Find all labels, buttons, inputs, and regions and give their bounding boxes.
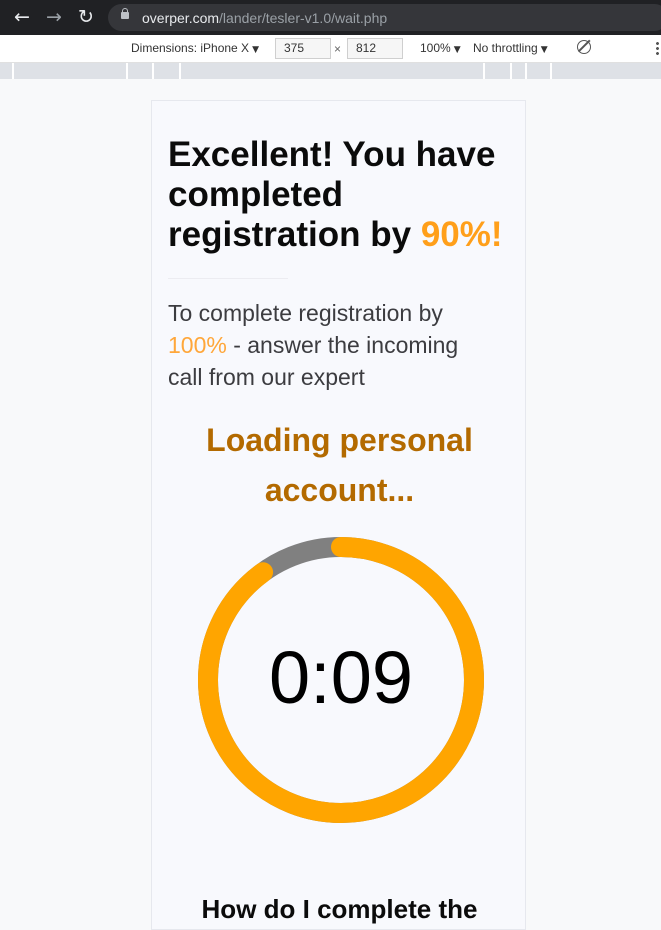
instruction-text-start: To complete registration by <box>168 300 443 326</box>
caret-down-icon: ▼ <box>453 45 461 55</box>
device-toolbar: Dimensions: iPhone X ▼ 375 × 812 100% ▼ No… <box>0 35 661 63</box>
lock-icon[interactable] <box>121 8 129 19</box>
media-query-ruler <box>0 63 661 79</box>
throttling-label: No throttling <box>473 41 538 55</box>
device-dimensions-dropdown[interactable]: Dimensions: iPhone X ▼ <box>131 41 259 55</box>
ruler-segment[interactable] <box>550 63 552 79</box>
divider <box>168 278 288 279</box>
reload-icon[interactable]: ↻ <box>75 6 97 28</box>
countdown-timer: 0:09 <box>198 537 484 823</box>
browser-toolbar: ← → ↻ overper.com/lander/tesler-v1.0/wai… <box>0 0 661 35</box>
address-bar[interactable]: overper.com/lander/tesler-v1.0/wait.php <box>108 4 661 31</box>
caret-down-icon: ▼ <box>252 45 259 55</box>
forward-arrow-icon[interactable]: → <box>43 6 65 28</box>
loading-message: Loading personal account... <box>206 422 473 508</box>
ruler-segment[interactable] <box>525 63 527 79</box>
device-width-input[interactable]: 375 <box>275 38 331 59</box>
page-headline: Excellent! You have completed registrati… <box>168 135 528 255</box>
headline-percent: 90%! <box>420 215 503 254</box>
more-options-icon[interactable] <box>656 41 659 55</box>
timer-value: 0:09 <box>268 636 414 719</box>
ruler-segment[interactable] <box>126 63 128 79</box>
instruction-text: To complete registration by 100% - answe… <box>168 297 498 393</box>
back-arrow-icon[interactable]: ← <box>11 6 33 28</box>
zoom-dropdown[interactable]: 100% ▼ <box>420 41 461 55</box>
page-viewport: Excellent! You have completed registrati… <box>151 100 526 930</box>
dimension-separator: × <box>334 42 342 56</box>
ruler-segment[interactable] <box>483 63 485 79</box>
device-height-input[interactable]: 812 <box>347 38 403 59</box>
ruler-segment[interactable] <box>179 63 181 79</box>
url-text[interactable]: overper.com/lander/tesler-v1.0/wait.php <box>142 10 387 26</box>
device-dimensions-label: Dimensions: iPhone X <box>131 41 250 55</box>
ruler-segment[interactable] <box>152 63 154 79</box>
rotate-icon[interactable] <box>577 40 591 54</box>
throttling-dropdown[interactable]: No throttling ▼ <box>473 41 548 55</box>
instruction-percent: 100% <box>168 332 227 358</box>
ruler-segment[interactable] <box>12 63 14 79</box>
url-host: overper.com <box>142 10 220 26</box>
zoom-label: 100% <box>420 41 451 55</box>
section-heading: How do I complete the <box>201 894 478 924</box>
caret-down-icon: ▼ <box>540 45 548 55</box>
ruler-segment[interactable] <box>510 63 512 79</box>
url-path: /lander/tesler-v1.0/wait.php <box>219 10 388 26</box>
